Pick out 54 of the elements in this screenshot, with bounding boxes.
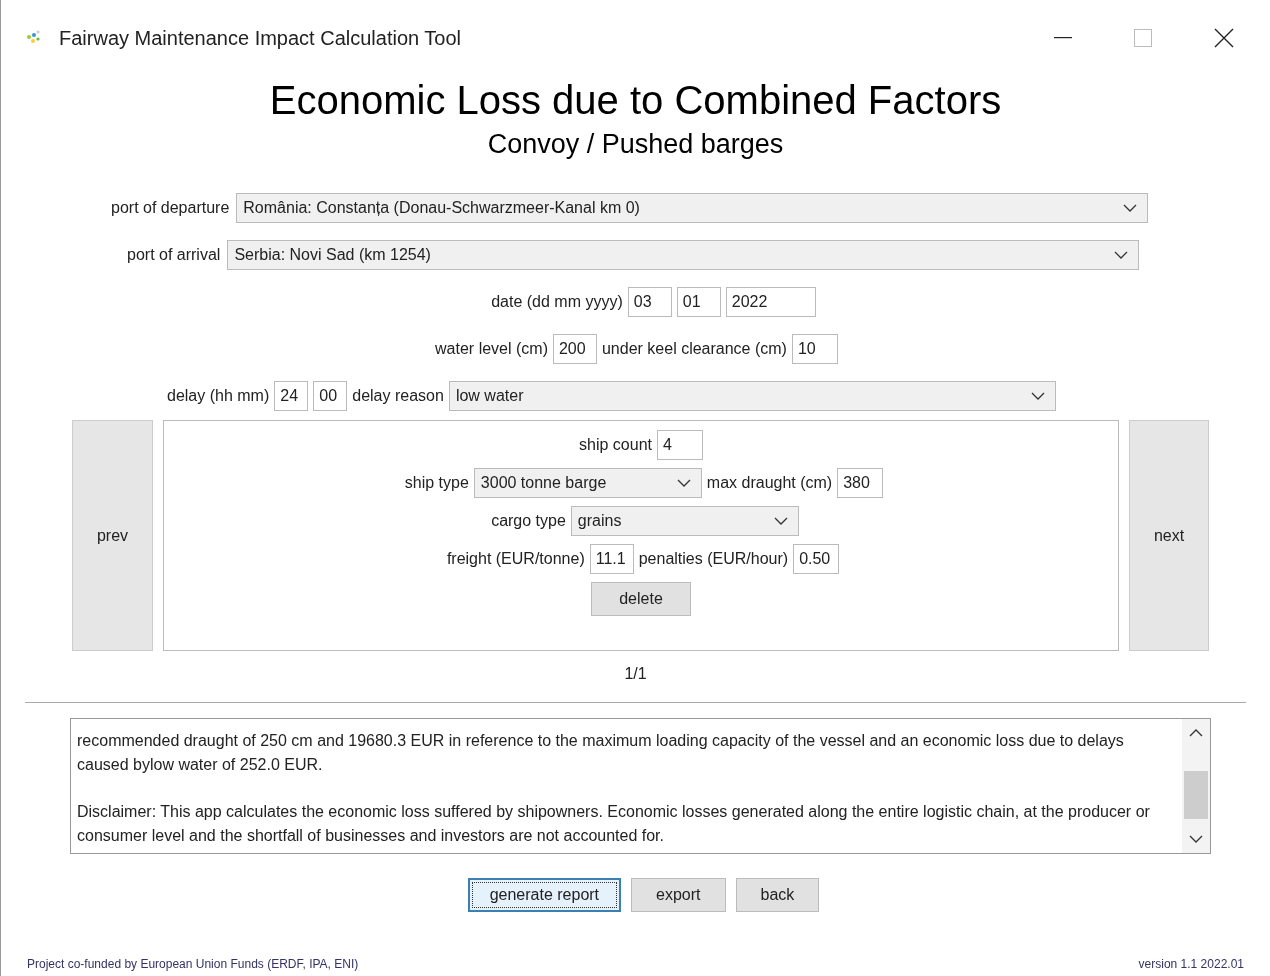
field-label: ship count (579, 435, 652, 455)
field-label: date (dd mm yyyy) (491, 292, 623, 312)
action-button[interactable]: back (735, 878, 820, 912)
field-label: ship type (404, 473, 469, 493)
field-label: freight (EUR/tonne) (446, 549, 585, 569)
version-label: version 1.1 2022.01 (1138, 956, 1244, 973)
chevron-down-icon (676, 479, 691, 487)
input-field[interactable]: 11.1 (589, 544, 634, 574)
scrollbar[interactable] (1182, 719, 1210, 853)
input-field[interactable]: 24 (274, 381, 309, 411)
action-button[interactable]: export (631, 878, 726, 912)
input-field[interactable]: 380 (837, 468, 884, 498)
input-field[interactable]: 200 (552, 334, 597, 364)
dropdown[interactable]: grains (570, 506, 799, 536)
input-field[interactable]: 10 (791, 334, 838, 364)
field-label: water level (cm) (435, 339, 548, 359)
action-button[interactable]: generate report (467, 878, 622, 912)
input-field[interactable]: 00 (313, 381, 348, 411)
input-field[interactable]: 4 (656, 430, 703, 460)
chevron-down-icon (773, 517, 788, 525)
close-icon[interactable] (1214, 28, 1234, 48)
dropdown[interactable]: 3000 tonne barge (473, 468, 702, 498)
page-indicator: 1/1 (623, 664, 648, 684)
input-field[interactable]: 0.50 (793, 544, 840, 574)
dropdown[interactable]: Serbia: Novi Sad (km 1254) (227, 240, 1140, 270)
prev-button[interactable]: prev (72, 420, 153, 651)
minimize-icon[interactable] (1054, 37, 1072, 39)
chevron-down-icon (1030, 392, 1045, 400)
dropdown[interactable]: România: Constanța (Donau-Schwarzmeer-Kanal km 0) (236, 193, 1149, 223)
next-button[interactable]: next (1129, 420, 1209, 651)
field-label: port of arrival (127, 245, 221, 265)
chevron-down-icon (1114, 251, 1129, 259)
field-label: under keel clearance (cm) (601, 339, 787, 359)
field-label: max draught (cm) (706, 473, 833, 493)
scrollbar-thumb[interactable] (1184, 771, 1208, 819)
scroll-up-icon[interactable] (1189, 729, 1203, 737)
page-subheading: Convoy / Pushed barges (486, 128, 785, 161)
page-heading: Economic Loss due to Combined Factors (268, 77, 1003, 124)
window-title: Fairway Maintenance Impact Calculation Tool (59, 26, 462, 51)
report-paragraph: Disclaimer: This app calculates the economic loss suffered by shipowners. Economic losses generated along the entire logistic chain, at the producer or consumer level and the shortfall of businesses and investors are not accounted for. (77, 802, 1151, 846)
chevron-down-icon (1123, 204, 1138, 212)
input-field[interactable]: 01 (676, 287, 721, 317)
scroll-down-icon[interactable] (1189, 835, 1203, 843)
report-paragraph: recommended draught of 250 cm and 19680.3 EUR in reference to the maximum loading capacity of the vessel and an economic loss due to delays caused bylow water of 252.0 EUR. (77, 731, 1125, 775)
input-field[interactable]: 2022 (725, 287, 816, 317)
field-label: port of departure (111, 198, 230, 218)
field-label: delay (hh mm) (167, 386, 270, 406)
field-label: cargo type (491, 511, 566, 531)
delete-button[interactable]: delete (591, 582, 691, 616)
dropdown[interactable]: low water (448, 381, 1056, 411)
input-field[interactable]: 03 (627, 287, 672, 317)
footer-credit: Project co-funded by European Union Funds (ERDF, IPA, ENI) (27, 956, 359, 973)
field-label: delay reason (352, 386, 444, 406)
field-label: penalties (EUR/hour) (638, 549, 789, 569)
